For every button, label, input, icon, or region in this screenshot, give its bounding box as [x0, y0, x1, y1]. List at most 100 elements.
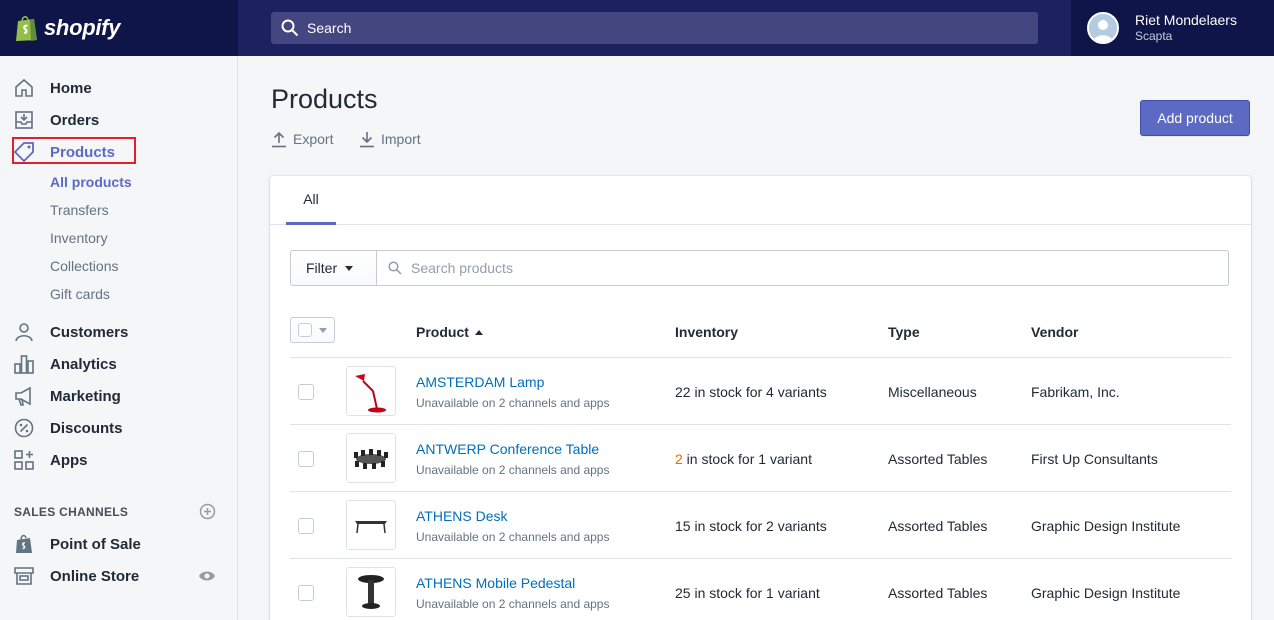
row-checkbox[interactable]	[298, 585, 314, 601]
tab-bar: All	[270, 176, 1251, 225]
page-title: Products	[271, 84, 378, 114]
product-thumbnail[interactable]	[346, 366, 396, 416]
sidebar-subitem-all-products[interactable]: All products	[50, 174, 132, 190]
discount-icon	[14, 418, 34, 438]
user-menu[interactable]: Riet Mondelaers Scapta	[1071, 0, 1274, 56]
megaphone-icon	[15, 386, 31, 406]
checkbox	[298, 323, 312, 337]
shopify-bag-icon	[16, 16, 37, 41]
import-label: Import	[381, 131, 421, 147]
import-icon	[360, 132, 374, 148]
home-icon	[15, 78, 33, 97]
vendor-cell: Fabrikam, Inc.	[1031, 384, 1120, 400]
product-name-link[interactable]: ATHENS Mobile Pedestal	[416, 575, 575, 591]
sidebar-item-orders[interactable]: Orders	[0, 105, 238, 135]
sidebar-item-label: Marketing	[50, 387, 121, 405]
products-card: All Filter Search products Product Inven…	[270, 176, 1251, 620]
sidebar-item-customers[interactable]: Customers	[0, 317, 238, 347]
inventory-cell: 15 in stock for 2 variants	[675, 518, 827, 534]
type-cell: Assorted Tables	[888, 585, 988, 601]
sidebar-item-online-store[interactable]: Online Store	[0, 561, 238, 591]
brand-name: shopify	[44, 15, 121, 40]
product-thumbnail[interactable]	[346, 500, 396, 550]
add-channel-icon[interactable]	[199, 503, 216, 520]
sidebar-item-label: Customers	[50, 323, 129, 341]
sidebar-item-apps[interactable]: Apps	[0, 445, 238, 475]
product-availability: Unavailable on 2 channels and apps	[416, 463, 610, 477]
sidebar-item-label: Orders	[50, 111, 100, 129]
sidebar-item-label: Home	[50, 79, 92, 97]
product-name-link[interactable]: AMSTERDAM Lamp	[416, 374, 544, 390]
sort-ascending-icon	[474, 330, 483, 335]
inventory-cell: 25 in stock for 1 variant	[675, 585, 820, 601]
table-row[interactable]: ANTWERP Conference Table Unavailable on …	[290, 425, 1231, 492]
import-button[interactable]: Import	[359, 130, 421, 148]
select-all-checkbox[interactable]	[290, 317, 335, 343]
filter-row: Filter Search products	[290, 250, 1229, 286]
sidebar-item-analytics[interactable]: Analytics	[0, 349, 238, 379]
column-header-inventory: Inventory	[675, 324, 739, 340]
chevron-down-icon	[345, 265, 354, 271]
column-header-product[interactable]: Product	[416, 324, 483, 340]
product-availability: Unavailable on 2 channels and apps	[416, 597, 610, 611]
desk-image	[347, 501, 395, 549]
top-bar: shopify Search Riet Mondelaers Scapta	[0, 0, 1274, 56]
row-checkbox[interactable]	[298, 518, 314, 534]
search-products-placeholder: Search products	[411, 260, 513, 276]
product-name-link[interactable]: ATHENS Desk	[416, 508, 508, 524]
column-header-type: Type	[888, 324, 920, 340]
sidebar-subitem-collections[interactable]: Collections	[50, 258, 118, 274]
store-icon	[14, 567, 34, 585]
eye-icon[interactable]	[198, 567, 216, 585]
product-thumbnail[interactable]	[346, 567, 396, 617]
search-placeholder: Search	[307, 20, 352, 36]
inventory-cell: 22 in stock for 4 variants	[675, 384, 827, 400]
type-cell: Assorted Tables	[888, 451, 988, 467]
pedestal-image	[347, 568, 395, 616]
sidebar-item-marketing[interactable]: Marketing	[0, 381, 238, 411]
filter-button[interactable]: Filter	[291, 251, 377, 285]
sidebar-item-label: Analytics	[50, 355, 117, 373]
sidebar-item-label: Online Store	[50, 567, 140, 585]
product-availability: Unavailable on 2 channels and apps	[416, 396, 610, 410]
row-checkbox[interactable]	[298, 451, 314, 467]
logo[interactable]: shopify	[0, 0, 238, 56]
low-stock-count: 2	[675, 451, 683, 467]
search-icon	[281, 19, 299, 37]
vendor-cell: Graphic Design Institute	[1031, 585, 1181, 601]
sidebar-item-point-of-sale[interactable]: Point of Sale	[0, 529, 238, 559]
tab-all[interactable]: All	[286, 176, 336, 225]
sidebar-subitem-gift-cards[interactable]: Gift cards	[50, 286, 110, 302]
product-thumbnail[interactable]	[346, 433, 396, 483]
sidebar-subitem-inventory[interactable]: Inventory	[50, 230, 108, 246]
row-checkbox[interactable]	[298, 384, 314, 400]
product-name-link[interactable]: ANTWERP Conference Table	[416, 441, 599, 457]
vendor-cell: Graphic Design Institute	[1031, 518, 1181, 534]
search-bar[interactable]: Search	[271, 12, 1038, 44]
customers-icon	[15, 323, 33, 342]
table-row[interactable]: ATHENS Mobile Pedestal Unavailable on 2 …	[290, 559, 1231, 620]
user-name: Riet Mondelaers	[1135, 12, 1237, 28]
add-product-button[interactable]: Add product	[1140, 100, 1250, 136]
sidebar: Home Orders Products All products Transf…	[0, 56, 238, 620]
export-label: Export	[293, 131, 334, 147]
store-name: Scapta	[1135, 29, 1173, 43]
highlight-box	[12, 137, 136, 164]
orders-icon	[15, 111, 33, 129]
table-row[interactable]: ATHENS Desk Unavailable on 2 channels an…	[290, 492, 1231, 559]
analytics-icon	[14, 355, 34, 374]
sidebar-item-label: Discounts	[50, 419, 123, 437]
filter-label: Filter	[306, 260, 338, 276]
type-cell: Miscellaneous	[888, 384, 977, 400]
lamp-image	[347, 367, 395, 415]
export-button[interactable]: Export	[271, 130, 333, 148]
product-availability: Unavailable on 2 channels and apps	[416, 530, 610, 544]
sidebar-subitem-transfers[interactable]: Transfers	[50, 202, 109, 218]
sidebar-item-discounts[interactable]: Discounts	[0, 413, 238, 443]
avatar	[1087, 12, 1119, 44]
search-products-input[interactable]: Search products	[388, 251, 513, 285]
table-row[interactable]: AMSTERDAM Lamp Unavailable on 2 channels…	[290, 358, 1231, 425]
sidebar-item-home[interactable]: Home	[0, 73, 238, 103]
inventory-cell: 2 in stock for 1 variant	[675, 451, 812, 467]
search-icon	[388, 261, 402, 275]
